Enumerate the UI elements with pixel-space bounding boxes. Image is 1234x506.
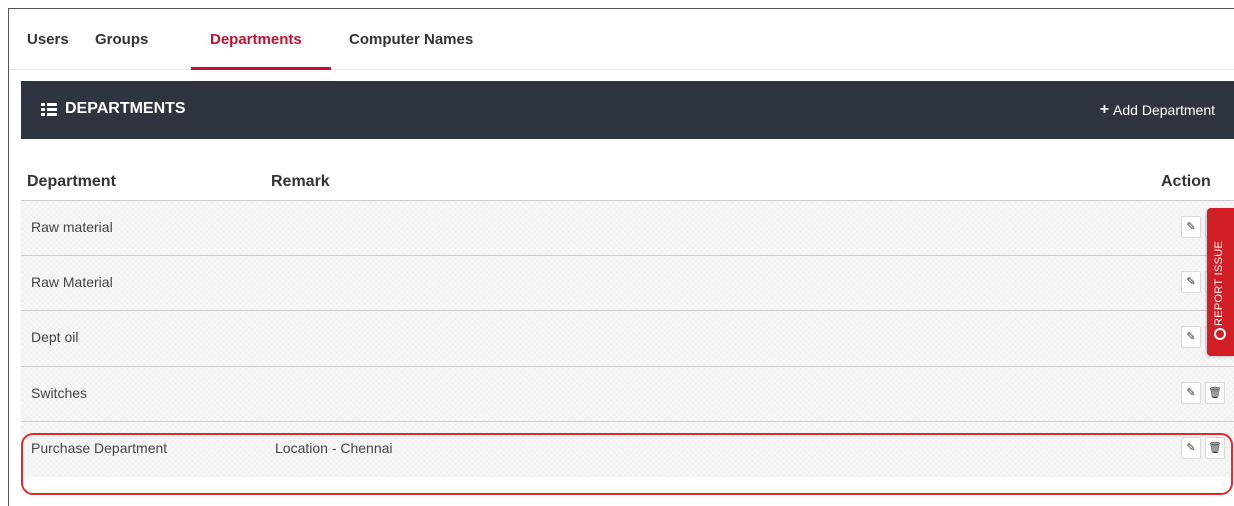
app-frame: Users Groups Departments Computer Names …: [8, 8, 1234, 506]
department-cell: Raw material: [31, 219, 113, 235]
tab-departments[interactable]: Departments: [210, 31, 302, 64]
trash-icon: 🗑: [1208, 442, 1222, 454]
delete-button[interactable]: 🗑: [1205, 382, 1225, 404]
pencil-icon: ✎: [1186, 331, 1196, 343]
column-header-action: Action: [1161, 173, 1211, 190]
table-row: Purchase Department Location - Chennai ✎…: [21, 421, 1234, 477]
pencil-icon: ✎: [1186, 221, 1196, 233]
panel-header: DEPARTMENTS + Add Department: [21, 81, 1234, 139]
table-row: Raw material ✎ 🗑: [21, 200, 1234, 256]
trash-icon: 🗑: [1208, 387, 1222, 399]
active-tab-indicator: [191, 67, 331, 70]
tab-users[interactable]: Users: [27, 31, 69, 64]
add-department-button[interactable]: + Add Department: [1099, 101, 1215, 119]
table-row: Switches ✎ 🗑: [21, 366, 1234, 422]
report-issue-icon: [1214, 328, 1226, 340]
plus-icon: +: [1099, 101, 1110, 118]
report-issue-label: REPORT ISSUE: [1213, 240, 1225, 326]
edit-button[interactable]: ✎: [1181, 326, 1201, 348]
list-icon: [41, 102, 57, 116]
panel-title: DEPARTMENTS: [41, 100, 186, 118]
tab-bar: Users Groups Departments Computer Names: [9, 9, 1234, 70]
delete-button[interactable]: 🗑: [1205, 437, 1225, 459]
edit-button[interactable]: ✎: [1181, 271, 1201, 293]
panel-title-text: DEPARTMENTS: [65, 100, 186, 117]
table-row: Dept oil ✎ 🗑: [21, 310, 1234, 366]
pencil-icon: ✎: [1186, 387, 1196, 399]
department-cell: Switches: [31, 385, 88, 401]
add-department-label: Add Department: [1113, 102, 1215, 118]
table-row: Raw Material ✎ 🗑: [21, 255, 1234, 311]
pencil-icon: ✎: [1186, 276, 1196, 288]
edit-button[interactable]: ✎: [1181, 437, 1201, 459]
column-header-department: Department: [27, 173, 116, 190]
department-cell: Dept oil: [31, 329, 79, 345]
department-cell: Purchase Department: [31, 440, 168, 456]
tab-groups[interactable]: Groups: [95, 31, 148, 64]
tab-computer-names[interactable]: Computer Names: [349, 31, 473, 64]
column-header-remark: Remark: [271, 173, 330, 190]
edit-button[interactable]: ✎: [1181, 216, 1201, 238]
department-cell: Raw Material: [31, 274, 113, 290]
report-issue-tab[interactable]: REPORT ISSUE: [1207, 208, 1234, 356]
edit-button[interactable]: ✎: [1181, 382, 1201, 404]
pencil-icon: ✎: [1186, 442, 1196, 454]
remark-cell: Location - Chennai: [275, 440, 393, 456]
